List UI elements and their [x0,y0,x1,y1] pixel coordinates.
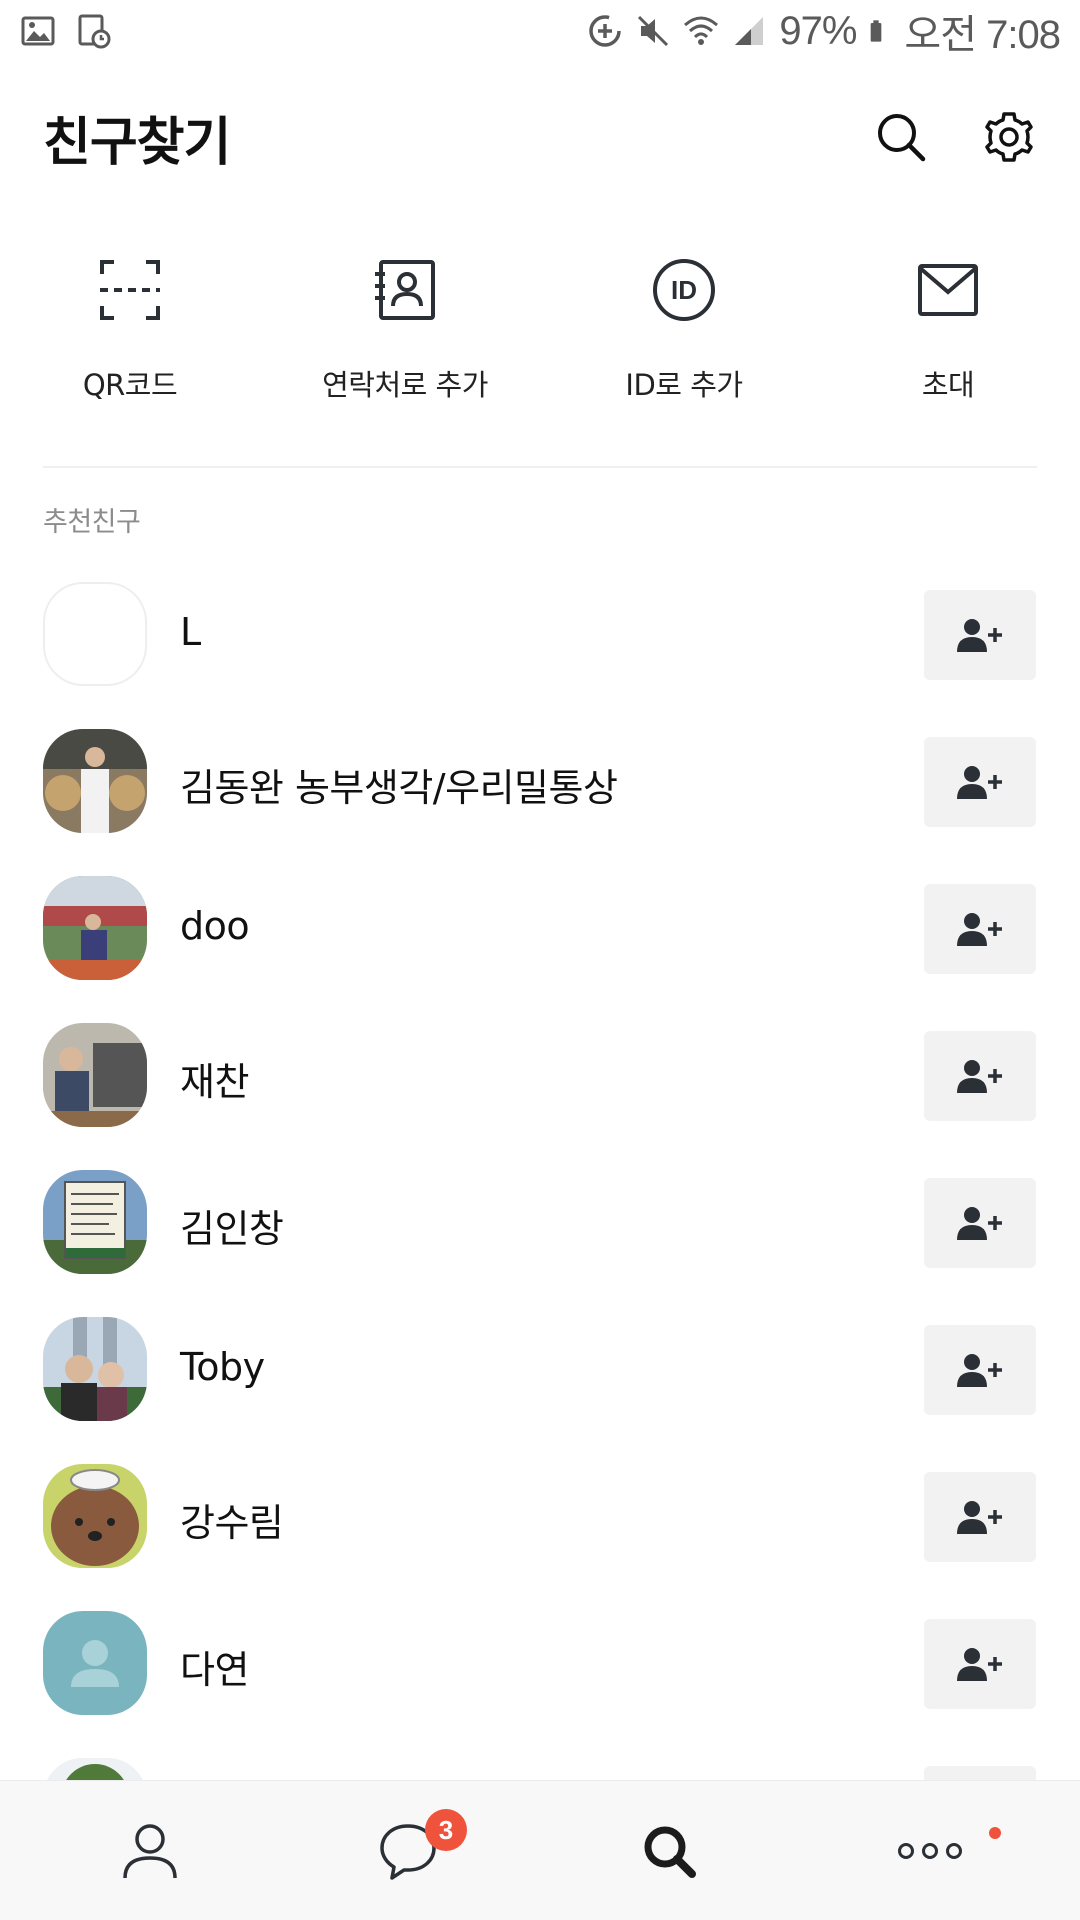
recommended-friend-list: L 김동완 농부생각/우리밀통상 doo 재찬 김인창 Toby 강수림 다연 [0,562,1080,1780]
bottom-nav: 3 [0,1780,1080,1920]
friend-name: 김인창 [180,1207,284,1251]
section-label-recommended: 추천친구 [43,507,141,538]
more-dots-icon [898,1843,962,1859]
wifi-icon [684,16,719,45]
add-friend-button[interactable] [924,1766,1036,1780]
friend-name: doo [180,904,250,948]
add-by-contacts-button[interactable]: 연락처로 추가 [275,250,535,404]
add-person-icon [957,1501,1002,1534]
gallery-icon [21,16,55,46]
friend-name: 강수림 [180,1501,284,1545]
list-item[interactable] [0,1748,1080,1780]
status-time: 오전 7:08 [904,13,1061,57]
friend-name: 김동완 농부생각/우리밀통상 [180,766,618,810]
profile-photo [43,729,147,833]
add-person-icon [957,1207,1002,1240]
screenshot-icon [78,14,111,49]
list-item[interactable]: 다연 [0,1601,1080,1748]
profile-photo [43,1758,147,1780]
list-item[interactable]: 재찬 [0,1013,1080,1160]
header: 친구찾기 [0,92,1080,182]
svg-text:ID: ID [671,275,697,305]
qr-code-button[interactable]: QR코드 [0,250,260,404]
list-item[interactable]: L [0,572,1080,719]
status-left [20,13,112,49]
add-by-contacts-label: 연락처로 추가 [322,368,488,402]
friend-name: L [180,610,201,654]
list-item[interactable]: doo [0,866,1080,1013]
avatar[interactable] [43,1317,147,1421]
add-friend-button[interactable] [924,1178,1036,1268]
list-item[interactable]: 김인창 [0,1160,1080,1307]
add-friend-button[interactable] [924,590,1036,680]
add-friend-button[interactable] [924,737,1036,827]
add-person-icon [957,1354,1002,1387]
avatar[interactable] [43,582,147,686]
mute-icon [638,15,669,47]
invite-button[interactable]: 초대 [818,250,1078,404]
data-saver-icon [589,15,622,47]
status-bar: 97% 오전 7:08 [0,0,1080,62]
add-person-icon [957,766,1002,799]
new-indicator-dot [989,1827,1001,1839]
add-person-icon [957,913,1002,946]
profile-photo [43,876,147,980]
tab-friends[interactable] [15,1781,285,1920]
quick-actions: QR코드 연락처로 추가 ID ID로 추가 초대 [0,250,1080,402]
battery-percent: 97% [779,8,857,53]
tab-find[interactable] [534,1781,804,1920]
friend-name: 재찬 [180,1060,249,1104]
list-item[interactable]: Toby [0,1307,1080,1454]
add-friend-button[interactable] [924,1472,1036,1562]
battery-icon [871,20,882,42]
avatar[interactable] [43,1611,147,1715]
profile-photo [43,1170,147,1274]
add-friend-button[interactable] [924,884,1036,974]
tab-chats[interactable]: 3 [273,1781,543,1920]
add-by-id-label: ID로 추가 [625,368,743,402]
profile-photo [43,1317,147,1421]
add-friend-button[interactable] [924,1031,1036,1121]
status-right: 97% 오전 7:08 [587,2,1061,60]
add-person-icon [957,1060,1002,1093]
qr-code-label: QR코드 [82,368,178,402]
contact-book-icon [375,260,435,320]
settings-button[interactable] [981,109,1037,165]
profile-photo [43,1464,147,1568]
tab-more[interactable] [795,1781,1065,1920]
add-person-icon [957,619,1002,652]
search-icon [878,114,926,162]
invite-label: 초대 [921,368,975,402]
id-icon: ID [653,259,715,321]
gear-icon [985,112,1033,162]
avatar[interactable] [43,1170,147,1274]
person-icon [123,1824,177,1879]
add-friend-button[interactable] [924,1325,1036,1415]
divider [43,466,1037,468]
page-title: 친구찾기 [43,112,231,173]
friend-name: 다연 [180,1648,249,1692]
search-icon [644,1826,696,1878]
unread-badge: 3 [425,1809,467,1851]
add-friend-button[interactable] [924,1619,1036,1709]
header-actions [873,109,1037,165]
friend-name: Toby [180,1345,265,1389]
profile-photo [43,1023,147,1127]
list-item[interactable]: 강수림 [0,1454,1080,1601]
list-item[interactable]: 김동완 농부생각/우리밀통상 [0,719,1080,866]
add-person-icon [957,1648,1002,1681]
envelope-icon [918,264,978,316]
avatar[interactable] [43,729,147,833]
qr-scan-icon [100,260,160,320]
search-button[interactable] [873,109,929,165]
avatar[interactable] [43,1758,147,1780]
avatar[interactable] [43,1023,147,1127]
avatar[interactable] [43,876,147,980]
default-profile-icon [71,1640,119,1687]
avatar[interactable] [43,1464,147,1568]
add-by-id-button[interactable]: ID ID로 추가 [554,250,814,404]
signal-icon [735,17,764,45]
